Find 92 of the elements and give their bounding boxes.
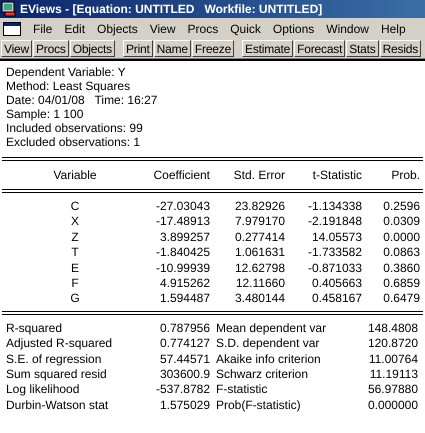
menu-item[interactable]: Quick [224, 22, 267, 36]
table-cell-text: 23.82926 [234, 199, 285, 214]
column-header: Std. Error [232, 167, 285, 184]
table-cell-text: E [70, 260, 80, 276]
column-header: Coefficient [152, 167, 210, 184]
table-cell-text: C [70, 199, 80, 214]
stat-cell-text: 0.000000 [366, 398, 418, 414]
stat-cell-text: Adjusted R-squared [5, 336, 114, 352]
toolbar-button[interactable]: Forecast [294, 40, 346, 57]
menu-item[interactable]: Objects [91, 22, 144, 36]
header-line: Excluded observations: 1 [6, 135, 142, 149]
table-cell-text: T [70, 245, 80, 261]
window-title: EViews - [Equation: UNTITLED Workfile: UNTITLED] [20, 2, 322, 16]
stat-cell-text: Durbin-Watson stat [5, 398, 110, 414]
column-header: Variable [52, 167, 98, 184]
table-cell-text: -0.871033 [306, 260, 362, 276]
stat-cell-text: 1.575029 [158, 398, 210, 414]
stat-cell-text: S.D. dependent var [215, 336, 320, 352]
header-line: Method: Least Squares [6, 79, 132, 93]
table-cell-text: 12.62798 [234, 260, 285, 276]
stat-cell-text: Schwarz criterion [215, 366, 310, 382]
table-cell-text: 0.6859 [382, 276, 420, 292]
table-cell-text: X [70, 214, 80, 230]
table-cell-text: -1.134338 [306, 199, 362, 214]
toolbar-button[interactable]: View [1, 40, 32, 57]
table-cell-text: 0.458167 [310, 291, 362, 307]
table-cell-text: 0.405663 [310, 276, 362, 292]
menu-item[interactable]: Edit [58, 22, 92, 36]
menu-item[interactable]: Window [320, 22, 375, 36]
stat-cell-text: 0.774127 [158, 336, 210, 352]
table-cell-text: 0.0000 [382, 230, 420, 246]
table-cell-text: -1.840425 [154, 245, 210, 261]
table-cell-text: -1.733582 [306, 245, 362, 261]
stat-cell-text: Mean dependent var [215, 320, 328, 336]
stat-cell-text: Sum squared resid [5, 366, 108, 382]
menu-item[interactable]: File [27, 22, 58, 36]
toolbar-button[interactable]: Resids [380, 40, 422, 57]
stat-cell-text: Log likelihood [5, 382, 80, 398]
toolbar-button[interactable]: Freeze [192, 40, 234, 57]
table-cell-text: 0.277414 [234, 230, 285, 246]
table-cell-text: -17.48913 [154, 214, 210, 230]
stat-cell-text: Prob(F-statistic) [215, 398, 302, 414]
toolbar-button[interactable]: Print [122, 40, 153, 57]
stat-cell-text: 303600.9 [158, 366, 210, 382]
column-header: Prob. [390, 167, 420, 184]
table-cell-text: 1.594487 [158, 291, 210, 307]
header-line: Date: 04/01/08 Time: 16:27 [6, 93, 158, 107]
stat-cell-text: 148.4808 [366, 320, 418, 336]
document-window-icon[interactable] [3, 22, 21, 36]
stat-cell-text: F-statistic [215, 382, 268, 398]
table-cell-text: 0.6479 [382, 291, 420, 307]
stat-cell-text: 56.97880 [366, 382, 418, 398]
table-cell-text: 3.899257 [158, 230, 210, 246]
table-cell-text: 4.915262 [158, 276, 210, 292]
table-cell-text: 3.480144 [234, 291, 285, 307]
menu-item[interactable]: Help [374, 22, 412, 36]
stat-cell-text: 0.787956 [158, 320, 210, 336]
stat-cell-text: Akaike info criterion [215, 352, 322, 367]
table-cell-text: Z [70, 230, 80, 246]
table-cell-text: F [70, 276, 80, 292]
table-cell-text: 0.2596 [382, 199, 420, 214]
stat-cell-text: R-squared [5, 320, 64, 336]
stat-cell-text: 57.44571 [158, 352, 210, 367]
table-cell-text: 12.11660 [234, 276, 285, 292]
stat-cell-text: 11.00764 [368, 352, 418, 367]
table-cell-text: 0.0309 [382, 214, 420, 230]
table-cell-text: -2.191848 [306, 214, 362, 230]
header-line: Included observations: 99 [6, 121, 144, 135]
toolbar-button[interactable]: Name [154, 40, 191, 57]
table-cell-text: G [69, 291, 81, 307]
table-cell-text: -27.03043 [154, 199, 210, 214]
header-line: Dependent Variable: Y [6, 65, 127, 79]
table-cell-text: 0.3860 [382, 260, 420, 276]
table-cell-text: 14.05573 [310, 230, 362, 246]
stat-cell-text: S.E. of regression [5, 352, 102, 367]
toolbar-button[interactable]: Estimate [242, 40, 294, 57]
column-header: t-Statistic [312, 167, 362, 184]
app-icon [1, 1, 17, 17]
toolbar-button[interactable]: Objects [70, 40, 115, 57]
table-cell-text: 7.979170 [234, 214, 285, 230]
menu-item[interactable]: View [144, 22, 182, 36]
toolbar-button[interactable]: Stats [346, 40, 379, 57]
stat-cell-text: 11.19113 [368, 366, 418, 382]
stat-cell-text: 120.8720 [366, 336, 418, 352]
table-cell-text: 0.0863 [382, 245, 420, 261]
table-cell-text: 1.061631 [234, 245, 285, 261]
stat-cell-text: -537.8782 [154, 382, 210, 398]
menu-item[interactable]: Procs [182, 22, 224, 36]
table-cell-text: -10.99939 [154, 260, 210, 276]
header-line: Sample: 1 100 [6, 107, 84, 121]
toolbar-button[interactable]: Procs [33, 40, 69, 57]
menu-item[interactable]: Options [266, 22, 320, 36]
